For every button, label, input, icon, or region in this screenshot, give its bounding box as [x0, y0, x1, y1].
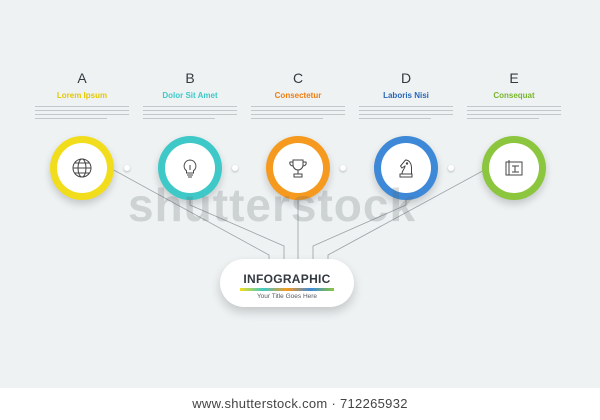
column-a-circle: [50, 136, 114, 200]
footer-stock-id: www.shutterstock.com · 712265932: [0, 388, 600, 420]
column-e-circle: [482, 136, 546, 200]
column-d-placeholder-text: [351, 106, 461, 119]
center-subtitle: Your Title Goes Here: [256, 293, 318, 300]
connector-dot: [232, 165, 238, 171]
column-d-label: Laboris Nisi: [383, 91, 429, 100]
column-e-header: E Consequat: [459, 70, 569, 122]
watermark: shutterstock: [128, 179, 417, 231]
trophy-icon: [289, 159, 307, 178]
column-b-placeholder-text: [135, 106, 245, 119]
center-title: INFOGRAPHIC: [243, 272, 331, 286]
chess-knight-icon: [399, 159, 413, 178]
column-d-header: D Laboris Nisi: [351, 70, 461, 122]
column-c-header: C Consectetur: [243, 70, 353, 122]
column-b-header: B Dolor Sit Amet: [135, 70, 245, 122]
center-title-pill: INFOGRAPHIC Your Title Goes Here: [220, 259, 354, 307]
column-b-label: Dolor Sit Amet: [162, 91, 218, 100]
connector-dot: [124, 165, 130, 171]
column-c-letter: C: [292, 70, 304, 86]
globe-icon: [72, 158, 92, 178]
column-c-placeholder-text: [243, 106, 353, 119]
column-a-header: A Lorem Ipsum: [27, 70, 137, 122]
column-b-letter: B: [185, 70, 195, 86]
connector-dot: [340, 165, 346, 171]
column-d-letter: D: [400, 70, 412, 86]
column-e-letter: E: [509, 70, 519, 86]
connector-dot: [448, 165, 454, 171]
column-c-label: Consectetur: [274, 91, 322, 100]
column-e-label: Consequat: [493, 91, 535, 100]
column-a-placeholder-text: [27, 106, 137, 119]
column-e-placeholder-text: [459, 106, 569, 119]
column-a-label: Lorem Ipsum: [56, 91, 108, 100]
blueprint-icon: [505, 160, 523, 176]
infographic-canvas: A Lorem Ipsum B Dolor Sit Amet C Consect…: [0, 0, 600, 388]
title-gradient-bar: [240, 288, 334, 291]
column-a-letter: A: [77, 70, 87, 86]
lightbulb-icon: [183, 159, 197, 178]
